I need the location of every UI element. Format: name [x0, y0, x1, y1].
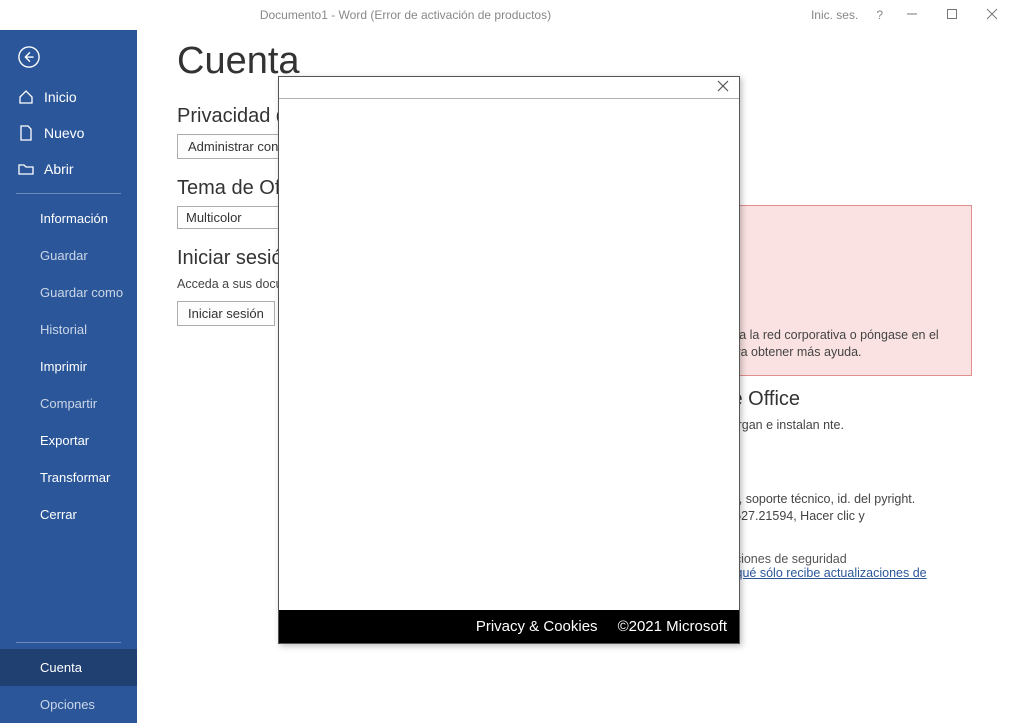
sidebar-label: Abrir	[44, 161, 74, 177]
sidebar-item-options[interactable]: Opciones	[0, 686, 137, 723]
sidebar-label: Nuevo	[44, 125, 84, 141]
backstage-sidebar: Inicio Nuevo Abrir Información Guardar G…	[0, 30, 137, 723]
file-icon	[18, 125, 34, 141]
privacy-cookies-link[interactable]: Privacy & Cookies	[476, 618, 598, 635]
titlebar: Documento1 - Word (Error de activación d…	[0, 0, 1013, 30]
sidebar-item-home[interactable]: Inicio	[0, 79, 137, 115]
sidebar-item-save[interactable]: Guardar	[0, 237, 137, 274]
modal-header	[279, 77, 739, 99]
sidebar-item-print[interactable]: Imprimir	[0, 348, 137, 385]
sidebar-item-account[interactable]: Cuenta	[0, 649, 137, 686]
sidebar-item-open[interactable]: Abrir	[0, 151, 137, 187]
sidebar-divider	[16, 193, 121, 194]
sidebar-item-saveas[interactable]: Guardar como	[0, 274, 137, 311]
manage-privacy-button[interactable]: Administrar con	[177, 134, 289, 159]
back-button[interactable]	[0, 30, 137, 79]
sidebar-item-export[interactable]: Exportar	[0, 422, 137, 459]
sidebar-item-share[interactable]: Compartir	[0, 385, 137, 422]
modal-close-button[interactable]	[717, 80, 729, 95]
modal-footer: Privacy & Cookies ©2021 Microsoft	[279, 610, 739, 643]
folder-open-icon	[18, 161, 34, 177]
modal-body	[279, 99, 739, 610]
help-button[interactable]: ?	[876, 8, 883, 22]
home-icon	[18, 89, 34, 105]
sidebar-label: Inicio	[44, 89, 77, 105]
close-window-button[interactable]	[981, 8, 1003, 23]
maximize-button[interactable]	[941, 8, 963, 23]
signin-button[interactable]: Iniciar sesión	[177, 301, 275, 326]
sidebar-item-new[interactable]: Nuevo	[0, 115, 137, 151]
sidebar-item-history[interactable]: Historial	[0, 311, 137, 348]
minimize-button[interactable]	[901, 8, 923, 23]
sidebar-item-close[interactable]: Cerrar	[0, 496, 137, 533]
copyright-text: ©2021 Microsoft	[618, 618, 727, 635]
title-right-controls: Inic. ses. ?	[811, 8, 1013, 23]
sidebar-item-transform[interactable]: Transformar	[0, 459, 137, 496]
signin-link[interactable]: Inic. ses.	[811, 8, 858, 22]
signin-modal: Privacy & Cookies ©2021 Microsoft	[278, 76, 740, 644]
document-title: Documento1 - Word (Error de activación d…	[0, 8, 811, 22]
sidebar-divider	[16, 642, 121, 643]
sidebar-item-info[interactable]: Información	[0, 200, 137, 237]
